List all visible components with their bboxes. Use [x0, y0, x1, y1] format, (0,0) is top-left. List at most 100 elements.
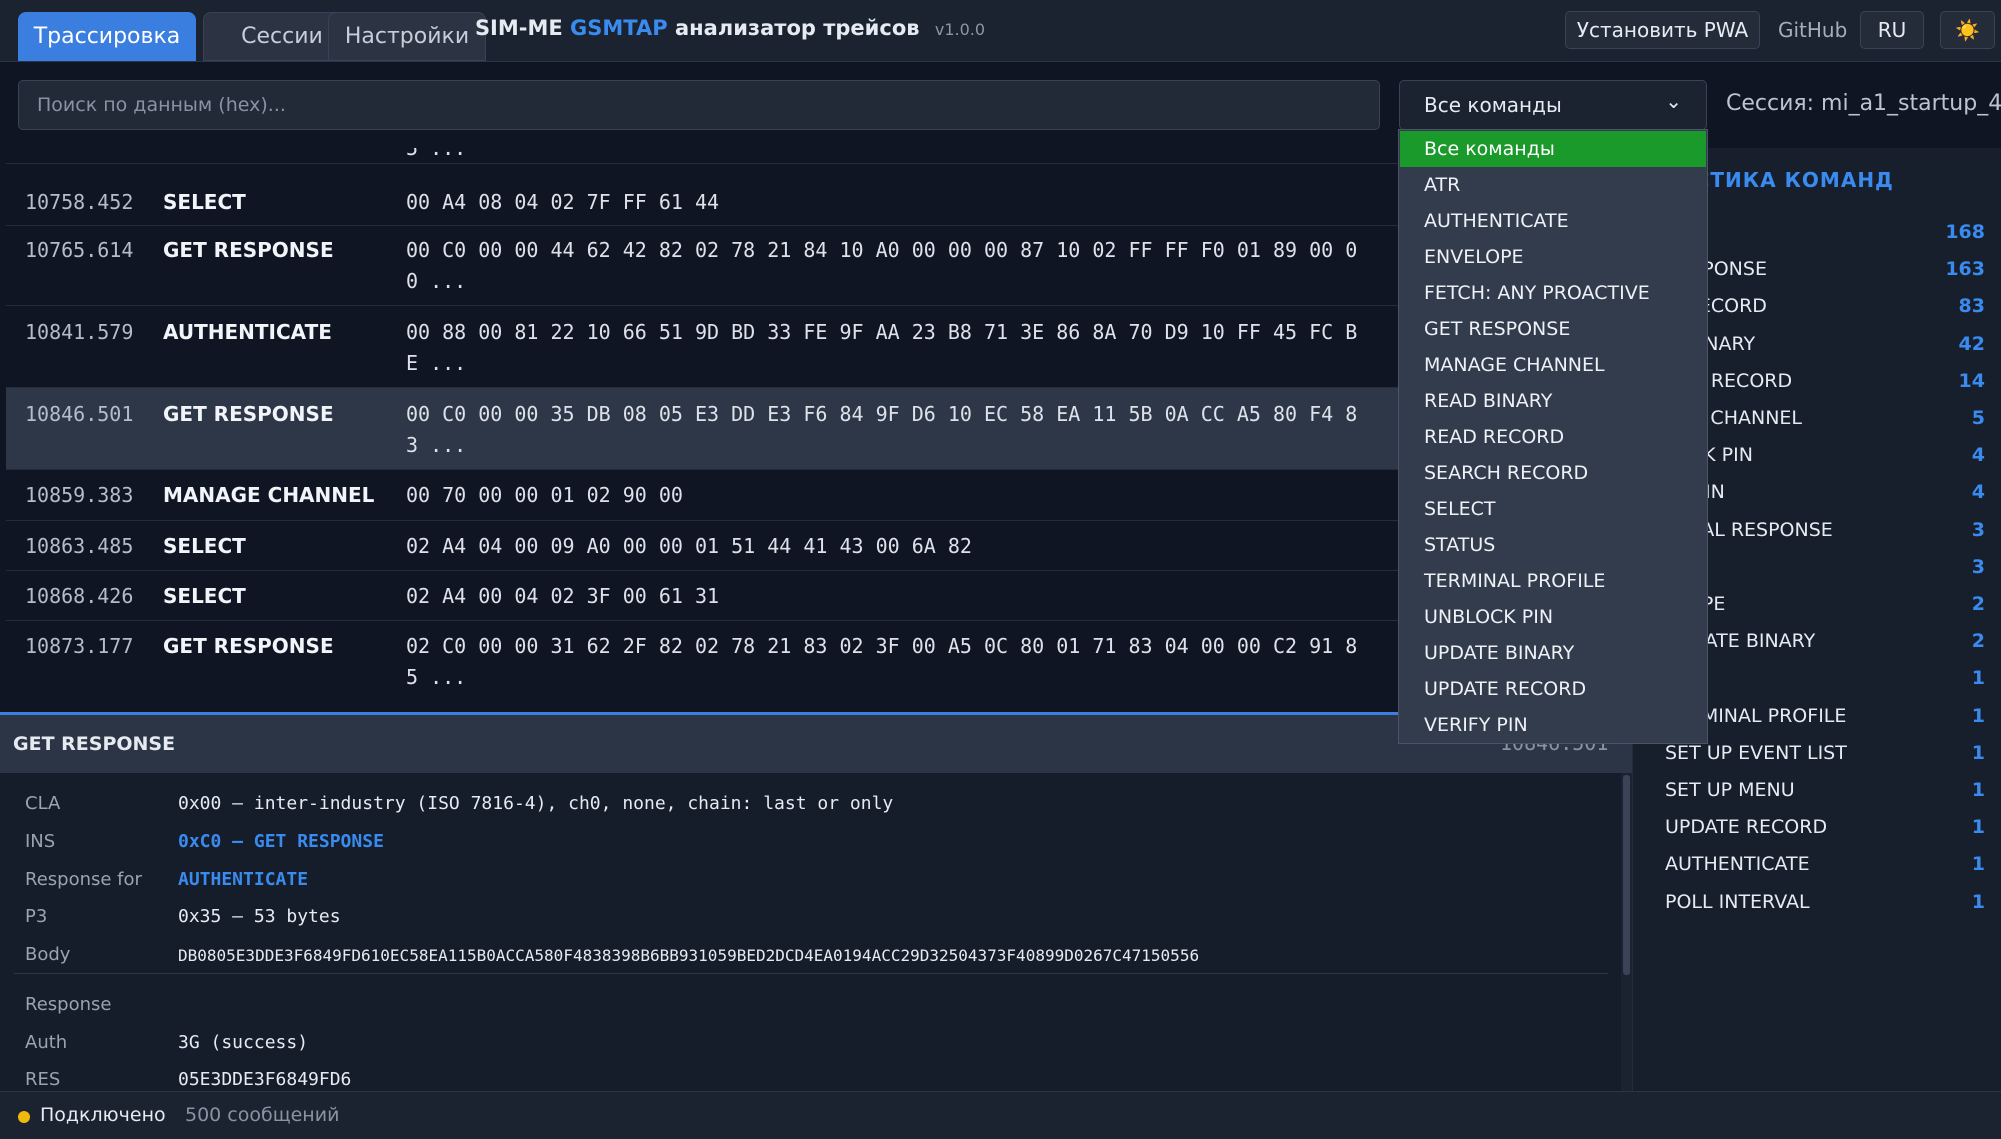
stats-command-count: 14	[1958, 369, 1985, 392]
field-label: CLA	[25, 793, 61, 814]
field-label: INS	[25, 831, 56, 852]
trace-row-selected[interactable]: 10846.501 GET RESPONSE 00 C0 00 00 35 DB…	[6, 388, 1400, 470]
trace-list: 5 ... 10758.452 SELECT 00 A4 08 04 02 7F…	[0, 148, 1400, 712]
theme-toggle-button[interactable]: ☀️	[1940, 11, 1995, 49]
trace-row[interactable]: 10765.614 GET RESPONSE 00 C0 00 00 44 62…	[6, 226, 1400, 306]
dropdown-option[interactable]: SELECT	[1400, 491, 1706, 527]
trace-data: 02 A4 04 00 09 A0 00 00 01 51 44 41 43 0…	[406, 534, 972, 558]
trace-command: GET RESPONSE	[163, 238, 334, 262]
trace-time: 10758.452	[25, 190, 134, 214]
field-value: DB0805E3DDE3F6849FD610EC58EA115B0ACCA580…	[178, 946, 1200, 965]
stats-command-count: 1	[1971, 816, 1985, 839]
trace-time: 10863.485	[25, 534, 134, 558]
field-value: 05E3DDE3F6849FD6	[178, 1069, 352, 1090]
stats-command-name: AUTHENTICATE	[1665, 853, 1810, 876]
stats-command-count: 4	[1971, 481, 1985, 504]
detail-panel: GET RESPONSE 10846.501 CLA 0x00 — inter-…	[0, 715, 1632, 1091]
dropdown-option[interactable]: ATR	[1400, 167, 1706, 203]
stats-command-count: 1	[1971, 890, 1985, 913]
trace-row[interactable]: 10758.452 SELECT 00 A4 08 04 02 7F FF 61…	[6, 176, 1400, 226]
trace-row[interactable]: 5 ...	[6, 148, 1400, 164]
app-title-subtitle: анализатор трейсов	[674, 16, 920, 40]
dropdown-option[interactable]: STATUS	[1400, 527, 1706, 563]
trace-row[interactable]: 10873.177 GET RESPONSE 02 C0 00 00 31 62…	[6, 621, 1400, 712]
stats-command-count: 2	[1971, 630, 1985, 653]
dropdown-option[interactable]: AUTHENTICATE	[1400, 203, 1706, 239]
stats-command-count: 168	[1945, 221, 1985, 243]
trace-time: 10765.614	[25, 238, 134, 262]
field-value: 3G (success)	[178, 1032, 309, 1053]
stats-command-name: SET UP MENU	[1665, 779, 1795, 801]
stats-command-count: 1	[1971, 704, 1985, 727]
trace-time: 10873.177	[25, 634, 134, 658]
install-pwa-button[interactable]: Установить PWA	[1565, 11, 1760, 49]
dropdown-option[interactable]: READ RECORD	[1400, 419, 1706, 455]
trace-row[interactable]: 10841.579 AUTHENTICATE 00 88 00 81 22 10…	[6, 306, 1400, 388]
dropdown-option[interactable]: UPDATE BINARY	[1400, 635, 1706, 671]
trace-data: 00 C0 00 00 35 DB 08 05 E3 DD E3 F6 84 9…	[406, 402, 1358, 426]
dropdown-option[interactable]: FETCH: ANY PROACTIVE	[1400, 275, 1706, 311]
stats-command-count: 83	[1958, 295, 1985, 318]
dropdown-option[interactable]: GET RESPONSE	[1400, 311, 1706, 347]
detail-divider	[14, 973, 1608, 974]
trace-row[interactable]: 10868.426 SELECT 02 A4 00 04 02 3F 00 61…	[6, 571, 1400, 621]
trace-command: GET RESPONSE	[163, 634, 334, 658]
app-title-name: SIM-ME	[474, 16, 563, 40]
trace-data: 3 ...	[406, 433, 467, 457]
trace-time: 10846.501	[25, 402, 134, 426]
stats-command-count: 5	[1971, 407, 1985, 429]
connection-status-dot	[18, 1111, 30, 1123]
trace-data: 02 C0 00 00 31 62 2F 82 02 78 21 83 02 3…	[406, 634, 1358, 658]
field-label: P3	[25, 906, 48, 927]
field-label: Response for	[25, 869, 142, 890]
field-label: Auth	[25, 1032, 68, 1053]
stats-command-count: 1	[1971, 853, 1985, 876]
stats-command-count: 163	[1945, 258, 1985, 281]
dropdown-option-selected[interactable]: Все команды	[1400, 131, 1706, 167]
dropdown-option[interactable]: VERIFY PIN	[1400, 707, 1706, 743]
response-section-label: Response	[25, 994, 112, 1015]
detail-title: GET RESPONSE	[13, 733, 176, 755]
detail-scrollbar-thumb[interactable]	[1623, 775, 1630, 975]
command-filter-dropdown: Все команды ATR AUTHENTICATE ENVELOPE FETCH:…	[1398, 129, 1708, 744]
trace-data: 00 88 00 81 22 10 66 51 9D BD 33 FE 9F A…	[406, 320, 1358, 344]
app-header: Трассировка Сессии Настройки SIM-ME GSMT…	[0, 0, 2001, 62]
field-value-link[interactable]: 0xC0 — GET RESPONSE	[178, 831, 384, 852]
trace-data: 02 A4 00 04 02 3F 00 61 31	[406, 584, 720, 608]
stats-command-count: 1	[1971, 741, 1985, 764]
stats-command-name: UPDATE RECORD	[1665, 816, 1828, 839]
stats-command-name: SET UP EVENT LIST	[1665, 741, 1847, 764]
trace-data: 0 ...	[406, 269, 467, 293]
search-input[interactable]	[18, 80, 1380, 130]
field-label: Body	[25, 944, 71, 965]
trace-command: SELECT	[163, 584, 246, 608]
github-link[interactable]: GitHub	[1778, 18, 1847, 42]
trace-command: AUTHENTICATE	[163, 320, 332, 344]
session-label: Сессия: mi_a1_startup_4g	[1726, 91, 2001, 116]
app-title: SIM-ME GSMTAP анализатор трейсов v1.0.0	[0, 16, 1460, 40]
trace-data: 5 ...	[406, 148, 467, 160]
trace-data: 5 ...	[406, 665, 467, 689]
field-value-link[interactable]: AUTHENTICATE	[178, 869, 308, 890]
language-button[interactable]: RU	[1860, 11, 1924, 49]
dropdown-option[interactable]: UPDATE RECORD	[1400, 671, 1706, 707]
dropdown-option[interactable]: ENVELOPE	[1400, 239, 1706, 275]
stats-command-count: 4	[1971, 444, 1985, 467]
stats-row[interactable]: POLL INTERVAL 1	[1633, 879, 2001, 926]
dropdown-option[interactable]: UNBLOCK PIN	[1400, 599, 1706, 635]
trace-data: 00 70 00 00 01 02 90 00	[406, 483, 683, 507]
dropdown-option[interactable]: SEARCH RECORD	[1400, 455, 1706, 491]
trace-command: SELECT	[163, 534, 246, 558]
message-count: 500 сообщений	[185, 1104, 340, 1126]
command-filter-select[interactable]: Все команды ⌄	[1399, 80, 1707, 130]
app-title-accent: GSMTAP	[570, 16, 668, 40]
trace-row[interactable]: 10859.383 MANAGE CHANNEL 00 70 00 00 01 …	[6, 470, 1400, 521]
dropdown-option[interactable]: TERMINAL PROFILE	[1400, 563, 1706, 599]
app-version: v1.0.0	[934, 20, 986, 39]
stats-command-count: 1	[1971, 779, 1985, 801]
dropdown-option[interactable]: READ BINARY	[1400, 383, 1706, 419]
status-bar: Подключено 500 сообщений	[0, 1091, 2001, 1139]
trace-row[interactable]: 10863.485 SELECT 02 A4 04 00 09 A0 00 00…	[6, 521, 1400, 571]
command-filter-value: Все команды	[1424, 93, 1562, 117]
dropdown-option[interactable]: MANAGE CHANNEL	[1400, 347, 1706, 383]
